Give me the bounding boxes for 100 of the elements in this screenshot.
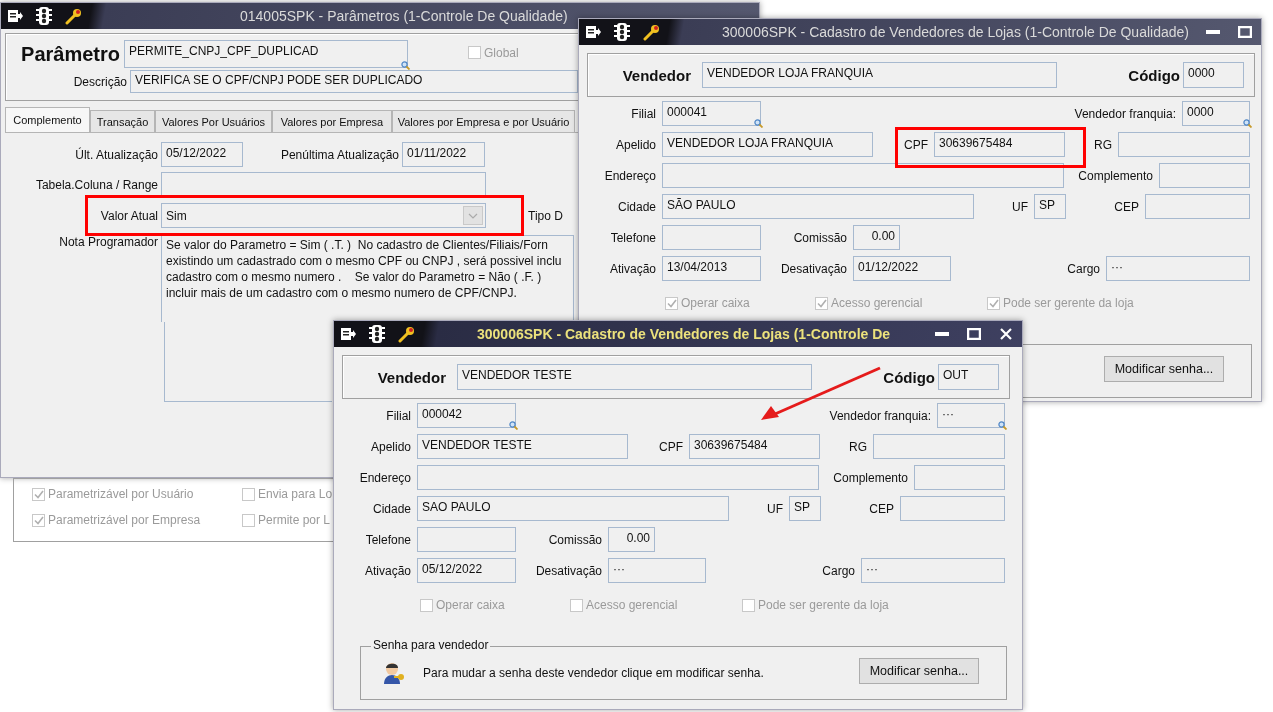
text-field[interactable]: 05/12/2022 bbox=[161, 142, 243, 167]
text-field[interactable]: OUT bbox=[938, 364, 999, 390]
text-field[interactable]: 30639675484 bbox=[934, 132, 1065, 157]
change-password-button[interactable]: Modificar senha... bbox=[859, 658, 979, 684]
text-field[interactable] bbox=[662, 225, 761, 250]
checkmark-icon bbox=[33, 489, 44, 499]
field-label: Cargo bbox=[1066, 261, 1101, 276]
text-field[interactable]: SÃO PAULO bbox=[662, 194, 974, 219]
wrench-icon[interactable] bbox=[65, 7, 83, 25]
text-field[interactable] bbox=[900, 496, 1005, 521]
field-label: CEP bbox=[1113, 199, 1140, 214]
text-field[interactable]: 13/04/2013 bbox=[662, 256, 761, 281]
maximize-icon[interactable] bbox=[967, 328, 981, 340]
wrench-icon[interactable] bbox=[398, 325, 416, 343]
person-key-icon bbox=[381, 661, 407, 685]
text-field[interactable]: 0000 bbox=[1183, 62, 1244, 88]
field-label: Apelido bbox=[614, 137, 657, 152]
tab[interactable]: Valores por Empresa bbox=[272, 110, 392, 132]
text-field[interactable] bbox=[1159, 163, 1250, 188]
field-label: Desativação bbox=[534, 563, 603, 578]
text-field[interactable] bbox=[914, 465, 1005, 490]
field-label: Vendedor bbox=[376, 368, 447, 386]
export-icon[interactable] bbox=[585, 24, 601, 40]
search-icon[interactable] bbox=[401, 61, 410, 70]
text-field[interactable] bbox=[662, 163, 1064, 188]
text-field[interactable]: VENDEDOR LOJA FRANQUIA bbox=[702, 62, 1057, 88]
text-field[interactable]: 0.00 bbox=[608, 527, 655, 552]
field-label: Parâmetro bbox=[20, 42, 121, 66]
field-label: Telefone bbox=[609, 230, 657, 245]
change-password-button[interactable]: Modificar senha... bbox=[1104, 356, 1224, 382]
field-label: Desativação bbox=[779, 261, 848, 276]
text-field[interactable]: ··· bbox=[608, 558, 706, 583]
notes-field[interactable]: Se valor do Parametro = Sim ( .T. ) No cadastro de Clientes/Filiais/Forn existindo um cadastrado com o mesmo CPF ou CNPJ , será possivel inclu cadastro com o mesmo numero . Se valor do Parametro = Não ( .F. ) incluir mais de um cadastro com o mesmo numero de CPF/CNPJ. bbox=[161, 235, 574, 322]
text-field[interactable]: ··· bbox=[937, 403, 1005, 428]
text-field[interactable] bbox=[417, 465, 819, 490]
search-icon[interactable] bbox=[509, 421, 518, 430]
field-label: Vendedor bbox=[621, 66, 692, 84]
traffic-light-icon[interactable] bbox=[368, 324, 386, 344]
text-field[interactable]: ··· bbox=[1106, 256, 1250, 281]
text-field[interactable]: SAO PAULO bbox=[417, 496, 729, 521]
field-label: Código bbox=[1127, 66, 1181, 84]
tab[interactable]: Transação bbox=[90, 110, 155, 132]
text-field[interactable]: VENDEDOR LOJA FRANQUIA bbox=[662, 132, 873, 157]
text-field[interactable]: 000042 bbox=[417, 403, 516, 428]
tab[interactable]: Complemento bbox=[5, 107, 90, 132]
text-field[interactable]: 0.00 bbox=[853, 225, 900, 250]
field-label: RG bbox=[1093, 137, 1113, 152]
window-title: 300006SPK - Cadastro de Vendedores de Lojas (1-Controle De Qualidade) bbox=[722, 24, 1189, 40]
traffic-light-icon[interactable] bbox=[613, 22, 631, 42]
text-field[interactable]: VENDEDOR TESTE bbox=[417, 434, 628, 459]
text-field[interactable]: VENDEDOR TESTE bbox=[457, 364, 812, 390]
maximize-icon[interactable] bbox=[1238, 26, 1252, 38]
field-label: UF bbox=[1011, 199, 1029, 214]
help-text: Para mudar a senha deste vendedor clique em modificar senha. bbox=[423, 666, 764, 680]
field-label: Filial bbox=[385, 408, 412, 423]
text-field[interactable]: SP bbox=[1034, 194, 1066, 219]
window-title: 300006SPK - Cadastro de Vendedores de Lojas (1-Controle De bbox=[477, 326, 891, 342]
chevron-down-icon bbox=[463, 206, 483, 225]
search-icon[interactable] bbox=[1243, 119, 1252, 128]
field-label: Endereço bbox=[603, 168, 657, 183]
traffic-light-icon[interactable] bbox=[35, 6, 53, 26]
search-icon[interactable] bbox=[754, 119, 763, 128]
field-label: Complemento bbox=[1077, 168, 1154, 183]
checkmark-icon bbox=[988, 298, 999, 308]
text-field[interactable]: SP bbox=[789, 496, 821, 521]
text-field[interactable] bbox=[1118, 132, 1250, 157]
checkmark-icon bbox=[33, 515, 44, 525]
wrench-icon[interactable] bbox=[643, 23, 661, 41]
field-label: Tipo D bbox=[528, 208, 564, 223]
export-icon[interactable] bbox=[7, 8, 23, 24]
window-title: 014005SPK - Parâmetros (1-Controle De Qualidade) bbox=[240, 8, 568, 24]
field-label: Vendedor franquia: bbox=[828, 408, 932, 423]
export-icon[interactable] bbox=[340, 326, 356, 342]
text-field[interactable] bbox=[1145, 194, 1250, 219]
field-label: Penúltima Atualização bbox=[279, 147, 400, 162]
text-field[interactable]: 30639675484 bbox=[689, 434, 820, 459]
field-label: Cidade bbox=[616, 199, 657, 214]
text-field[interactable]: 000041 bbox=[662, 101, 761, 126]
text-field[interactable]: PERMITE_CNPJ_CPF_DUPLICAD bbox=[124, 40, 408, 68]
field-label: Comissão bbox=[547, 532, 603, 547]
text-field[interactable]: 01/12/2022 bbox=[853, 256, 951, 281]
text-field[interactable]: ··· bbox=[861, 558, 1005, 583]
tab[interactable]: Valores Por Usuários bbox=[155, 110, 272, 132]
dropdown-field[interactable]: Sim bbox=[161, 203, 486, 228]
checkmark-icon bbox=[666, 298, 677, 308]
field-label: Descrição bbox=[72, 74, 128, 89]
field-label: Telefone bbox=[364, 532, 412, 547]
text-field[interactable]: 05/12/2022 bbox=[417, 558, 516, 583]
text-field[interactable]: 01/11/2022 bbox=[402, 142, 485, 167]
text-field[interactable] bbox=[161, 172, 486, 197]
field-label: CPF bbox=[658, 439, 684, 454]
close-icon[interactable] bbox=[1000, 328, 1012, 340]
text-field[interactable]: VERIFICA SE O CPF/CNPJ PODE SER DUPLICADO bbox=[130, 70, 578, 93]
text-field[interactable]: 0000 bbox=[1182, 101, 1250, 126]
tab[interactable]: Valores por Empresa e por Usuário bbox=[392, 110, 575, 132]
text-field[interactable] bbox=[873, 434, 1005, 459]
text-field[interactable] bbox=[417, 527, 516, 552]
field-label: CEP bbox=[868, 501, 895, 516]
checkmark-icon bbox=[816, 298, 827, 308]
search-icon[interactable] bbox=[998, 421, 1007, 430]
